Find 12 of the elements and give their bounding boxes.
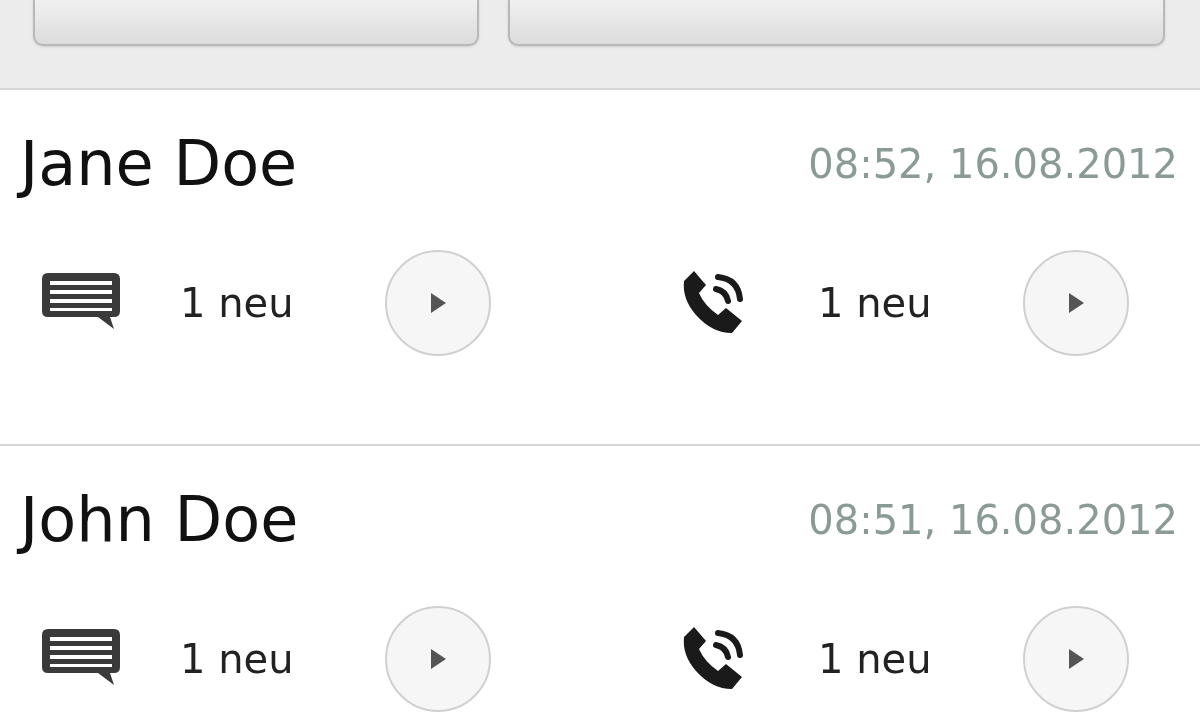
call-count: 1 neu bbox=[818, 279, 933, 328]
timestamp: 08:51, 16.08.2012 bbox=[808, 496, 1178, 545]
timestamp: 08:52, 16.08.2012 bbox=[808, 140, 1178, 189]
play-icon bbox=[1067, 292, 1085, 314]
call-count: 1 neu bbox=[818, 635, 933, 684]
play-icon bbox=[429, 292, 447, 314]
toolbar-button[interactable] bbox=[508, 0, 1165, 46]
play-icon bbox=[429, 648, 447, 670]
message-count: 1 neu bbox=[180, 635, 295, 684]
toolbar-button[interactable] bbox=[33, 0, 479, 46]
play-icon bbox=[1067, 648, 1085, 670]
message-count: 1 neu bbox=[180, 279, 295, 328]
